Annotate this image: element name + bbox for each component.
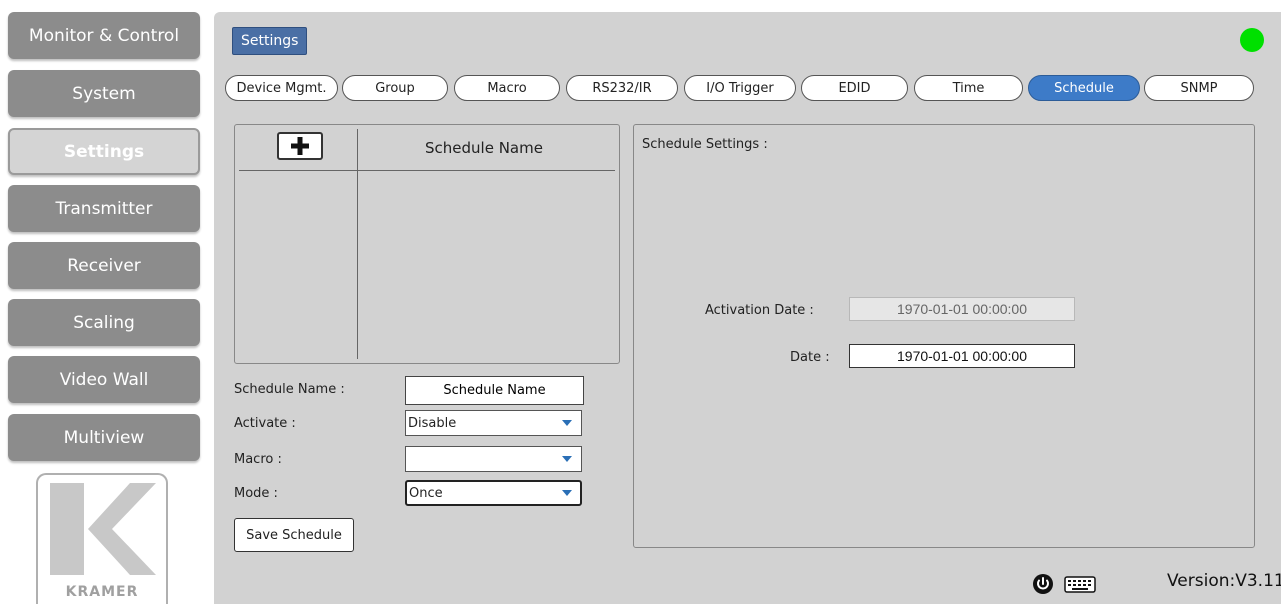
version-label: Version:V3.11K	[1167, 571, 1281, 591]
chevron-down-icon	[562, 420, 572, 426]
tab-device-mgmt[interactable]: Device Mgmt.	[225, 75, 338, 101]
main-panel: Settings Device Mgmt. Group Macro RS232/…	[214, 12, 1281, 604]
sidebar-item-multiview[interactable]: Multiview	[8, 414, 200, 461]
tab-group[interactable]: Group	[342, 75, 448, 101]
save-schedule-button[interactable]: Save Schedule	[234, 518, 354, 552]
tab-snmp[interactable]: SNMP	[1144, 75, 1254, 101]
sidebar: Monitor & Control System Settings Transm…	[0, 0, 212, 604]
sidebar-item-transmitter[interactable]: Transmitter	[8, 185, 200, 232]
macro-select[interactable]	[405, 446, 582, 472]
footer-icons	[1032, 572, 1096, 596]
logo-text: KRAMER	[65, 584, 139, 600]
power-icon[interactable]	[1032, 573, 1054, 595]
sidebar-item-monitor-control[interactable]: Monitor & Control	[8, 12, 200, 59]
date-field[interactable]: 1970-01-01 00:00:00	[849, 344, 1075, 368]
activation-date-field: 1970-01-01 00:00:00	[849, 297, 1075, 321]
tab-time[interactable]: Time	[914, 75, 1023, 101]
chevron-down-icon	[562, 490, 572, 496]
sidebar-item-receiver[interactable]: Receiver	[8, 242, 200, 289]
activate-select[interactable]: Disable	[405, 410, 582, 436]
schedule-list: Schedule Name	[234, 124, 620, 364]
activate-value: Disable	[408, 415, 457, 431]
schedule-settings-panel: Schedule Settings : Activation Date : 19…	[633, 124, 1255, 548]
sidebar-item-system[interactable]: System	[8, 70, 200, 117]
schedule-settings-title: Schedule Settings :	[642, 137, 768, 152]
page-title: Settings	[232, 27, 308, 55]
add-schedule-button[interactable]	[277, 132, 323, 160]
macro-label: Macro :	[234, 452, 282, 467]
mode-select[interactable]: Once	[405, 480, 582, 506]
activate-label: Activate :	[234, 416, 296, 431]
tab-rs232-ir[interactable]: RS232/IR	[566, 75, 678, 101]
date-label: Date :	[790, 350, 830, 365]
sidebar-item-settings[interactable]: Settings	[8, 128, 200, 175]
kramer-k-icon	[50, 483, 156, 575]
schedule-name-label: Schedule Name :	[234, 382, 345, 397]
header-divider	[239, 170, 615, 171]
plus-icon	[291, 137, 309, 155]
tab-macro[interactable]: Macro	[454, 75, 560, 101]
schedule-name-input[interactable]	[405, 376, 584, 405]
tab-edid[interactable]: EDID	[801, 75, 908, 101]
schedule-name-column-header: Schedule Name	[425, 139, 543, 157]
mode-label: Mode :	[234, 486, 278, 501]
kramer-logo: KRAMER	[36, 473, 168, 604]
keyboard-icon[interactable]	[1064, 574, 1096, 594]
status-indicator	[1240, 28, 1264, 52]
column-divider	[357, 129, 358, 359]
chevron-down-icon	[562, 456, 572, 462]
sidebar-item-scaling[interactable]: Scaling	[8, 299, 200, 346]
tab-io-trigger[interactable]: I/O Trigger	[684, 75, 796, 101]
tab-schedule[interactable]: Schedule	[1028, 75, 1140, 101]
activation-date-label: Activation Date :	[705, 303, 814, 318]
sidebar-item-video-wall[interactable]: Video Wall	[8, 356, 200, 403]
mode-value: Once	[409, 485, 443, 501]
